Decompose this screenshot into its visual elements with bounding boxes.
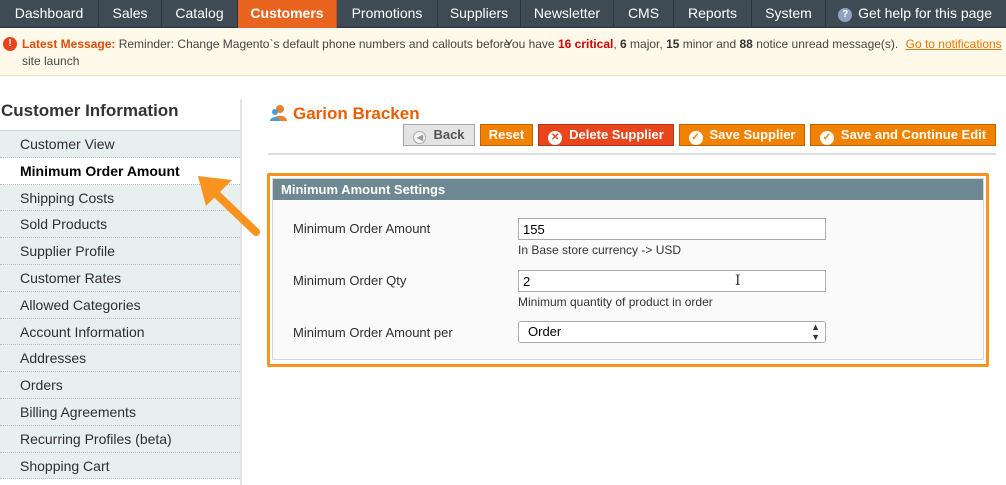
back-arrow-icon: ◀ — [413, 131, 427, 144]
sidebar-title: Customer Information — [1, 101, 179, 120]
nav-sales[interactable]: Sales — [99, 0, 162, 28]
nav-newsletter[interactable]: Newsletter — [521, 0, 614, 28]
sidebar-item-account-information[interactable]: Account Information — [0, 318, 242, 346]
annotation-arrow-icon — [198, 176, 260, 236]
major-count: 6 — [620, 37, 627, 51]
min-order-qty-label: Minimum Order Qty — [293, 273, 407, 288]
minor-label: minor and — [682, 37, 737, 51]
sidebar-item-allowed-categories[interactable]: Allowed Categories — [0, 291, 242, 319]
sidebar-item-orders[interactable]: Orders — [0, 372, 242, 399]
major-label: major, — [630, 37, 663, 51]
notice-label: notice unread message(s). — [756, 37, 899, 51]
select-updown-icon: ▲ ▼ — [811, 322, 820, 342]
warning-icon: ! — [3, 37, 17, 51]
page-title: Garion Bracken — [293, 104, 420, 123]
sidebar-item-shopping-cart[interactable]: Shopping Cart — [0, 452, 242, 480]
min-order-amount-note: In Base store currency -> USD — [518, 243, 682, 257]
min-order-amount-per-value: Order — [528, 324, 562, 339]
critical-count: 16 critical — [557, 37, 614, 51]
minimum-amount-settings-fieldset: Minimum Amount Settings Minimum Order Am… — [272, 178, 984, 360]
save-check-icon: ✓ — [688, 131, 703, 145]
nav-customers[interactable]: Customers — [238, 0, 337, 28]
text-cursor-icon: I — [735, 273, 741, 289]
sidebar-item-addresses[interactable]: Addresses — [0, 345, 242, 373]
nav-reports[interactable]: Reports — [674, 0, 752, 28]
min-order-amount-per-label: Minimum Order Amount per — [293, 325, 453, 340]
latest-message-label: Latest Message: — [22, 37, 116, 51]
nav-system[interactable]: System — [752, 0, 826, 28]
min-order-qty-note: Minimum quantity of product in order — [518, 295, 713, 309]
nav-suppliers[interactable]: Suppliers — [438, 0, 521, 28]
min-order-qty-input[interactable] — [518, 270, 826, 292]
save-button-label: Save Supplier — [709, 127, 796, 142]
top-navigation: Dashboard Sales Catalog Customers Promot… — [0, 0, 1006, 28]
save-continue-check-icon: ✓ — [819, 131, 834, 145]
reset-button[interactable]: Reset — [480, 124, 533, 146]
delete-button-label: Delete Supplier — [569, 127, 664, 142]
notice-count: 88 — [739, 37, 753, 51]
latest-message: Latest Message: Reminder: Change Magento… — [22, 36, 512, 70]
nav-promotions[interactable]: Promotions — [337, 0, 438, 28]
minor-count: 15 — [666, 37, 680, 51]
customer-icon — [270, 105, 287, 121]
system-notice-bar: ! Latest Message: Reminder: Change Magen… — [0, 29, 1006, 76]
delete-icon: ✕ — [548, 131, 563, 145]
sidebar-item-billing-agreements[interactable]: Billing Agreements — [0, 398, 242, 426]
go-to-notifications-link[interactable]: Go to notifications — [906, 37, 1002, 51]
nav-cms[interactable]: CMS — [614, 0, 674, 28]
save-and-continue-button[interactable]: ✓ Save and Continue Edit — [810, 124, 996, 146]
min-order-amount-per-select[interactable]: Order ▲ ▼ — [518, 321, 826, 343]
help-link[interactable]: ? Get help for this page — [838, 0, 992, 28]
back-button-label: Back — [433, 127, 465, 142]
save-supplier-button[interactable]: ✓ Save Supplier — [679, 124, 805, 146]
back-button[interactable]: ◀ Back — [403, 124, 475, 146]
nav-dashboard[interactable]: Dashboard — [0, 0, 99, 28]
sidebar-item-customer-view[interactable]: Customer View — [0, 131, 242, 158]
min-order-amount-label: Minimum Order Amount — [293, 221, 431, 236]
message-counts: You have 16 critical, 6 major, 15 minor … — [505, 37, 1002, 51]
reset-button-label: Reset — [488, 127, 525, 142]
fieldset-heading: Minimum Amount Settings — [273, 179, 983, 200]
help-label: Get help for this page — [858, 5, 992, 21]
min-order-amount-input[interactable] — [518, 218, 826, 240]
sidebar-item-customer-rates[interactable]: Customer Rates — [0, 264, 242, 292]
header-separator — [268, 153, 996, 155]
nav-catalog[interactable]: Catalog — [162, 0, 238, 28]
delete-supplier-button[interactable]: ✕ Delete Supplier — [538, 124, 674, 146]
counts-prefix: You have — [505, 37, 555, 51]
sidebar-divider — [240, 99, 242, 485]
save-continue-button-label: Save and Continue Edit — [840, 127, 987, 142]
help-icon: ? — [838, 8, 853, 22]
sidebar-item-recurring-profiles[interactable]: Recurring Profiles (beta) — [0, 425, 242, 453]
